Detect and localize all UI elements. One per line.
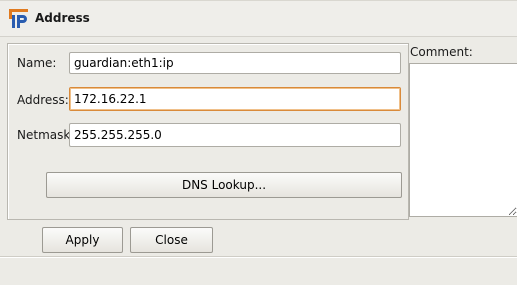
address-field[interactable] [69,87,401,111]
netmask-label: Netmask: [17,128,75,142]
ip-address-icon [9,9,28,28]
netmask-field[interactable] [69,123,401,147]
title-bar-top-rule [0,0,517,1]
comment-label: Comment: [410,45,473,59]
address-label: Address: [17,93,69,107]
comment-field[interactable] [409,63,517,217]
window-title: Address [35,11,90,25]
title-bar: Address [0,0,517,37]
name-field[interactable] [69,52,401,74]
status-divider-highlight [0,257,517,258]
name-label: Name: [17,56,57,70]
apply-button[interactable]: Apply [42,227,123,253]
dns-lookup-button[interactable]: DNS Lookup... [46,172,402,198]
close-button[interactable]: Close [130,227,213,253]
